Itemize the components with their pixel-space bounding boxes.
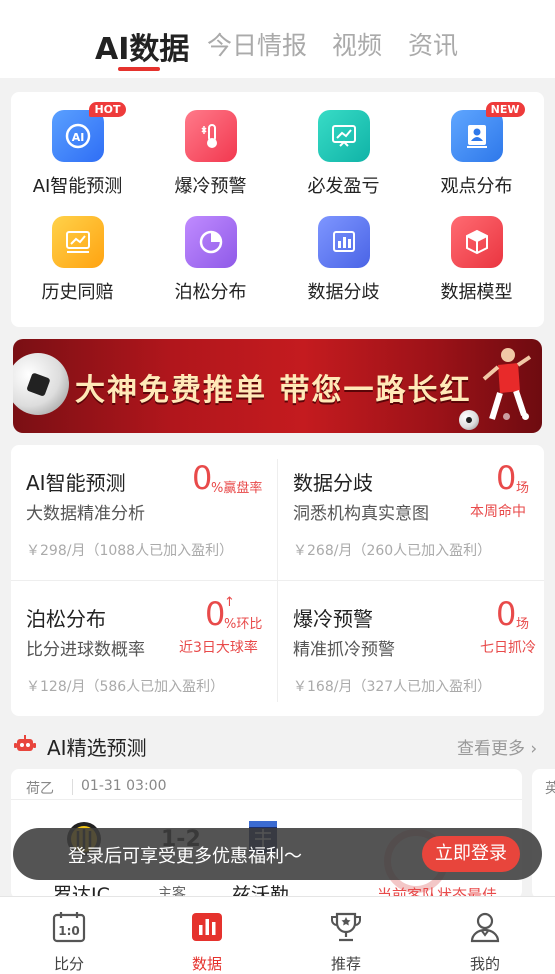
grid-label: 泊松分布 — [174, 282, 247, 303]
product-card: AI智能预测 大数据精准分析 0 %赢盘率 ￥298/月（1088人已加入盈利）… — [11, 445, 544, 716]
product-upset-alert[interactable]: 爆冷预警 精准抓冷预警 0 场 七日抓冷 ￥168/月（327人已加入盈利） — [278, 581, 544, 716]
grid-item-upset-alert[interactable]: 爆冷预警 — [144, 110, 277, 198]
pie-chart-icon — [184, 216, 237, 268]
product-value: 0 — [496, 595, 517, 633]
product-tag: 七日抓冷 — [480, 640, 536, 656]
product-unit: %环比 — [224, 617, 263, 632]
new-badge: NEW — [485, 102, 525, 117]
product-tag: 近3日大球率 — [179, 640, 258, 656]
login-button[interactable]: 立即登录 — [422, 836, 520, 872]
product-value: 0 — [496, 459, 517, 497]
chevron-right-icon: › — [530, 739, 538, 759]
nav-label: 我的 — [469, 955, 500, 973]
nav-recommend[interactable]: 推荐 — [277, 897, 415, 974]
nav-label: 数据 — [191, 955, 222, 973]
small-ball-icon — [459, 410, 479, 430]
svg-text:AI: AI — [71, 131, 84, 144]
product-data-divergence[interactable]: 数据分歧 洞悉机构真实意图 0 场 本周命中 ￥268/月（260人已加入盈利） — [278, 445, 544, 580]
nav-label: 推荐 — [330, 955, 361, 973]
banner-text: 大神免费推单 带您一路长红 — [75, 373, 472, 408]
divider — [11, 799, 522, 800]
product-subtitle: 洞悉机构真实意图 — [293, 504, 429, 524]
product-poisson[interactable]: 泊松分布 比分进球数概率 0 ↑ %环比 近3日大球率 ￥128/月（586人已… — [11, 581, 277, 716]
grid-item-poisson[interactable]: 泊松分布 — [144, 216, 277, 304]
nav-mine[interactable]: 我的 — [416, 897, 554, 974]
divider — [72, 779, 73, 795]
nav-score[interactable]: 1:0 比分 — [0, 897, 138, 974]
ai-icon: AI HOT — [51, 102, 126, 162]
product-title: 数据分歧 — [293, 471, 373, 495]
tab-news[interactable]: 资讯 — [408, 26, 458, 62]
cube-icon — [450, 216, 503, 268]
tab-today-intel[interactable]: 今日情报 — [207, 26, 307, 62]
product-price: ￥268/月（260人已加入盈利） — [293, 543, 492, 559]
product-subtitle: 精准抓冷预警 — [293, 640, 395, 660]
product-subtitle: 大数据精准分析 — [26, 504, 145, 524]
history-chart-icon — [51, 216, 104, 268]
grid-label: 观点分布 — [440, 176, 513, 197]
league-name: 荷乙 — [26, 781, 54, 797]
grid-item-history-odds[interactable]: 历史同赔 — [11, 216, 144, 304]
feature-grid: AI HOT AI智能预测 爆冷预警 必发盈亏 NEW 观点分布 历史同赔 泊松… — [11, 92, 544, 327]
product-price: ￥128/月（586人已加入盈利） — [26, 679, 225, 695]
active-tab-indicator — [118, 67, 160, 71]
product-price: ￥168/月（327人已加入盈利） — [293, 679, 492, 695]
grid-item-ai-prediction[interactable]: AI HOT AI智能预测 — [11, 102, 144, 198]
product-tag: 本周命中 — [470, 504, 526, 520]
match-card-next[interactable]: 英 — [532, 769, 555, 899]
soccer-ball-icon — [13, 353, 69, 415]
product-ai-prediction[interactable]: AI智能预测 大数据精准分析 0 %赢盘率 ￥298/月（1088人已加入盈利） — [11, 445, 277, 580]
arrow-up-icon: ↑ — [224, 595, 235, 610]
grid-label: 数据分歧 — [307, 282, 380, 303]
grid-label: AI智能预测 — [32, 176, 123, 197]
top-tab-bar: AI数据 今日情报 视频 资讯 — [0, 0, 555, 78]
tab-video[interactable]: 视频 — [332, 26, 382, 62]
product-value: 0 — [192, 459, 213, 497]
data-chart-icon — [192, 913, 222, 941]
grid-label: 爆冷预警 — [174, 176, 247, 197]
promo-banner[interactable]: 大神免费推单 带您一路长红 — [13, 339, 542, 433]
hot-badge: HOT — [89, 102, 126, 117]
product-unit: 场 — [516, 481, 530, 496]
product-price: ￥298/月（1088人已加入盈利） — [26, 543, 234, 559]
grid-label: 历史同赔 — [41, 282, 114, 303]
profile-card-icon: NEW — [450, 102, 525, 162]
grid-item-data-divergence[interactable]: 数据分歧 — [277, 216, 410, 304]
grid-item-betfair-pnl[interactable]: 必发盈亏 — [277, 110, 410, 198]
grid-item-data-model[interactable]: 数据模型 — [410, 216, 543, 304]
chart-board-icon — [317, 110, 370, 162]
product-title: AI智能预测 — [26, 471, 126, 495]
bottom-nav: 1:0 比分 数据 推荐 我的 — [0, 896, 555, 974]
login-toast: 登录后可享受更多优惠福利～ 立即登录 — [13, 828, 542, 880]
league-name: 英 — [545, 781, 555, 797]
product-value: 0 — [205, 595, 226, 633]
product-title: 泊松分布 — [26, 607, 106, 631]
product-title: 爆冷预警 — [293, 607, 373, 631]
tab-ai-data[interactable]: AI数据 — [95, 24, 189, 68]
thermometer-icon — [184, 110, 237, 162]
grid-label: 必发盈亏 — [307, 176, 380, 197]
product-subtitle: 比分进球数概率 — [26, 640, 145, 660]
view-more-label: 查看更多 — [457, 739, 525, 759]
svg-text:1:0: 1:0 — [58, 924, 80, 938]
robot-icon — [14, 735, 36, 751]
grid-label: 数据模型 — [440, 282, 513, 303]
section-title: AI精选预测 — [47, 736, 147, 760]
grid-item-opinion-distribution[interactable]: NEW 观点分布 — [410, 102, 543, 198]
toast-text: 登录后可享受更多优惠福利～ — [68, 846, 302, 867]
banner-dot-active — [522, 413, 529, 420]
banner-dot — [503, 413, 510, 420]
match-time: 01-31 03:00 — [81, 778, 167, 794]
scoreboard-icon: 1:0 — [52, 912, 86, 943]
product-unit: 场 — [516, 617, 530, 632]
view-more-link[interactable]: 查看更多 › — [457, 734, 537, 759]
trophy-icon — [331, 912, 361, 942]
nav-label: 比分 — [53, 955, 84, 973]
product-unit: %赢盘率 — [211, 481, 263, 496]
bar-chart-icon — [317, 216, 370, 268]
user-icon — [470, 912, 500, 943]
nav-data[interactable]: 数据 — [138, 897, 276, 974]
